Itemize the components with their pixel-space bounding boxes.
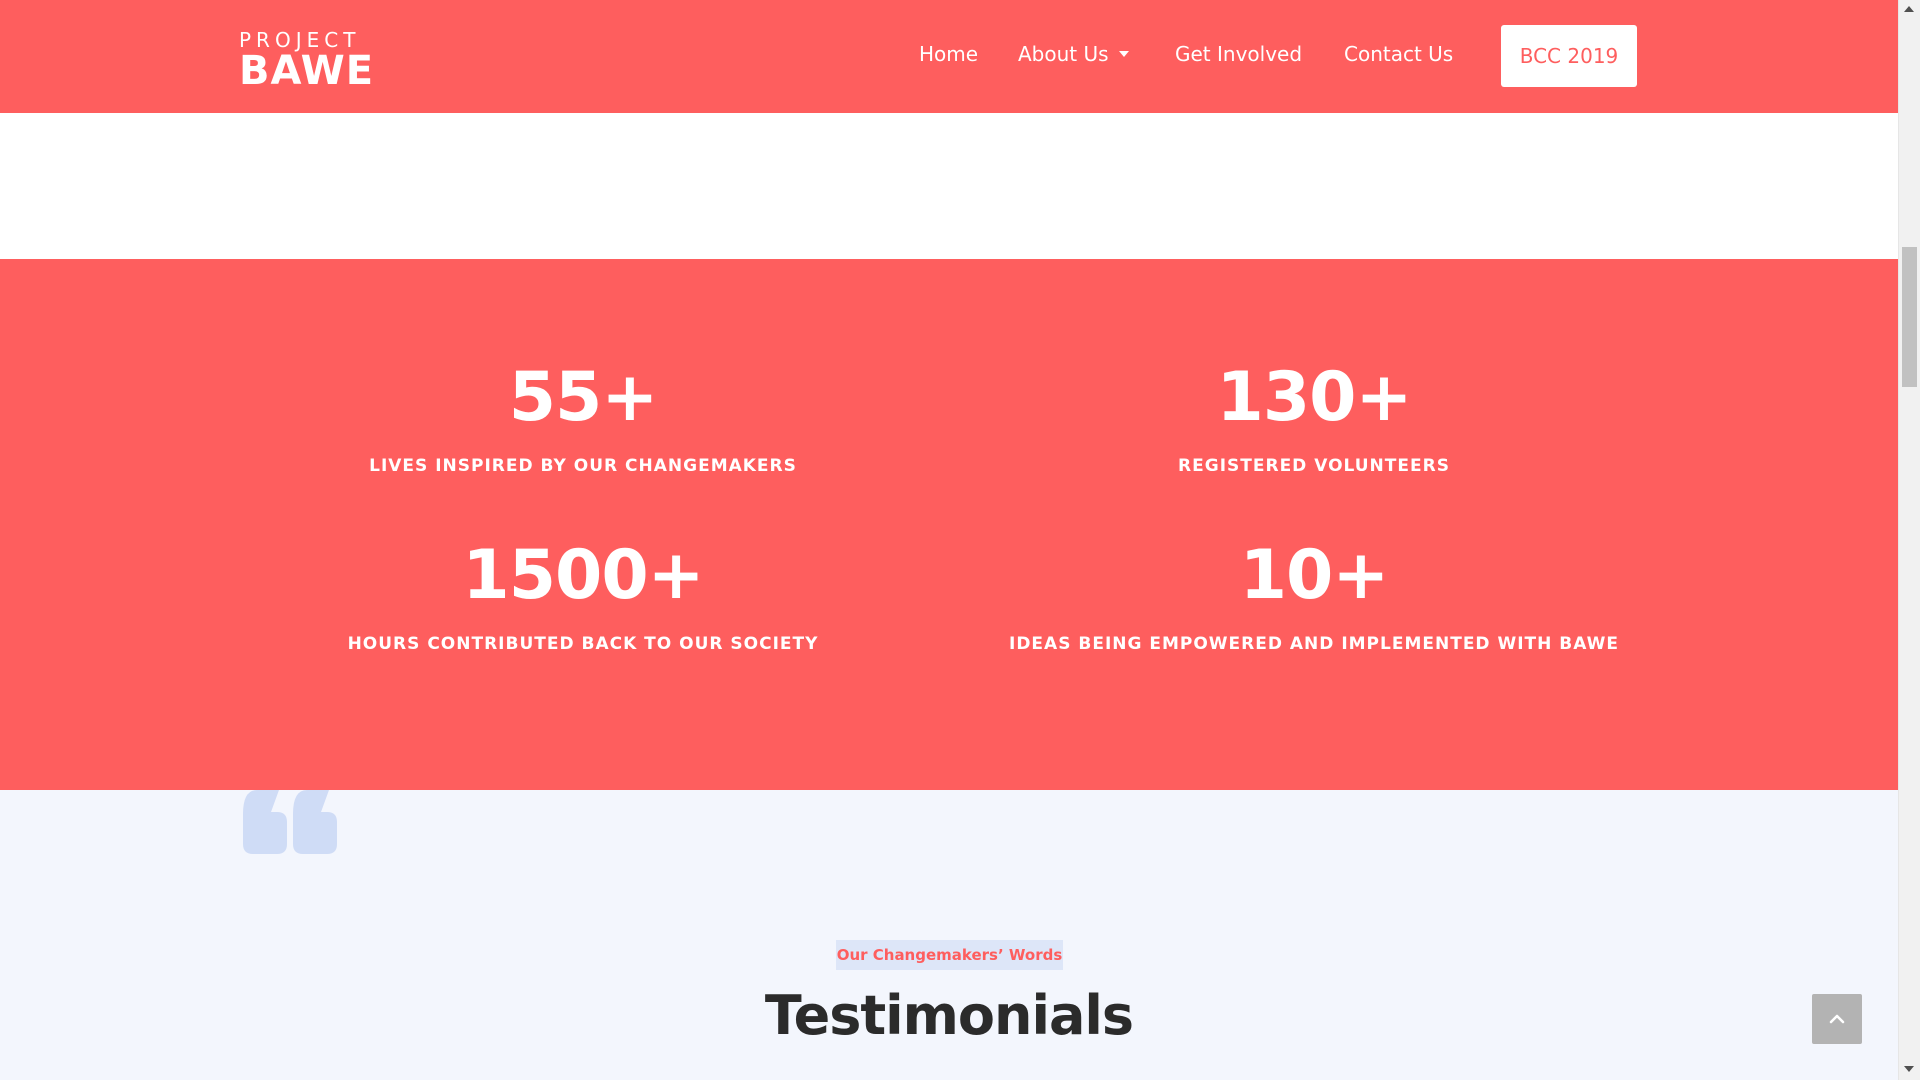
nav-link-get-involved[interactable]: Get Involved [1175, 42, 1302, 66]
quote-icon [243, 790, 337, 854]
testimonials-section: Our Changemakers’ Words Testimonials [0, 790, 1898, 1080]
stat-label: LIVES INSPIRED BY OUR CHANGEMAKERS [369, 456, 797, 476]
bcc-2019-button[interactable]: BCC 2019 [1501, 25, 1637, 87]
scroll-up-arrow-icon[interactable] [1904, 6, 1914, 12]
scrollbar-thumb[interactable] [1902, 247, 1917, 387]
stat-lives-inspired: 55+ LIVES INSPIRED BY OUR CHANGEMAKERS [233, 358, 933, 477]
stats-section: 55+ LIVES INSPIRED BY OUR CHANGEMAKERS 1… [0, 259, 1898, 790]
nav-link-about-us-label: About Us [1018, 42, 1109, 66]
bcc-2019-label: BCC 2019 [1519, 44, 1619, 68]
stat-value: 10+ [1239, 536, 1390, 615]
testimonials-title: Testimonials [764, 984, 1134, 1047]
scroll-to-top-button[interactable] [1812, 994, 1862, 1044]
scroll-down-arrow-icon[interactable] [1904, 1066, 1914, 1072]
nav-link-home[interactable]: Home [919, 42, 978, 66]
stat-label: IDEAS BEING EMPOWERED AND IMPLEMENTED WI… [1009, 634, 1619, 654]
stat-value: 130+ [1216, 358, 1413, 437]
nav-link-contact-us[interactable]: Contact Us [1344, 42, 1453, 66]
nav-link-get-involved-label: Get Involved [1175, 42, 1303, 66]
logo[interactable]: PROJECT BAWE [239, 30, 374, 91]
logo-bottom-text: BAWE [239, 48, 375, 94]
page-scrollbar[interactable] [1898, 0, 1920, 1080]
logo-top-text: PROJECT [239, 28, 361, 52]
stat-label: HOURS CONTRIBUTED BACK TO OUR SOCIETY [347, 634, 819, 654]
nav-link-about-us[interactable]: About Us [1018, 42, 1129, 66]
caret-down-icon [1118, 50, 1129, 57]
stat-registered-volunteers: 130+ REGISTERED VOLUNTEERS [964, 358, 1664, 477]
stat-ideas-empowered: 10+ IDEAS BEING EMPOWERED AND IMPLEMENTE… [964, 536, 1664, 655]
testimonials-tagline: Our Changemakers’ Words [836, 940, 1063, 970]
stat-value: 1500+ [462, 536, 704, 615]
navbar: PROJECT BAWE Home About Us Get Involved … [0, 0, 1898, 113]
chevron-up-icon [1829, 1014, 1845, 1024]
nav-link-contact-us-label: Contact Us [1344, 42, 1454, 66]
page-viewport: PROJECT BAWE Home About Us Get Involved … [0, 0, 1898, 1080]
stat-label: REGISTERED VOLUNTEERS [1178, 456, 1450, 476]
nav-link-home-label: Home [919, 42, 979, 66]
stat-hours-contributed: 1500+ HOURS CONTRIBUTED BACK TO OUR SOCI… [233, 536, 933, 655]
stat-value: 55+ [508, 358, 659, 437]
